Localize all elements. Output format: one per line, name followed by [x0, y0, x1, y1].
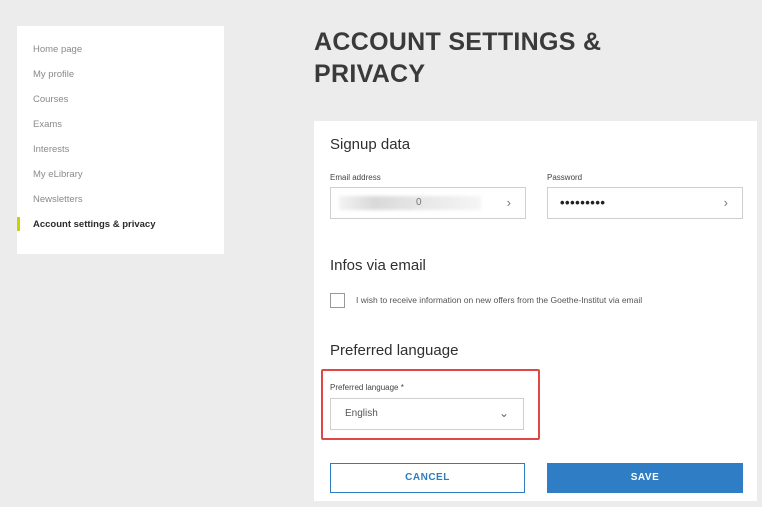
sidebar-item-exams[interactable]: Exams [17, 115, 224, 140]
sidebar-item-courses[interactable]: Courses [17, 90, 224, 115]
language-label: Preferred language * [330, 383, 404, 392]
password-field[interactable]: ••••••••• › [547, 187, 743, 219]
chevron-right-icon: › [723, 195, 728, 210]
save-button[interactable]: SAVE [547, 463, 743, 493]
infos-section-title: Infos via email [330, 257, 426, 274]
sidebar-menu: Home page My profile Courses Exams Inter… [17, 26, 224, 240]
page-title: ACCOUNT SETTINGS & PRIVACY [314, 28, 602, 88]
email-redacted-area [339, 196, 481, 210]
settings-card: Signup data Email address 0 › Password •… [314, 121, 757, 501]
password-value: ••••••••• [560, 195, 606, 210]
sidebar-item-profile[interactable]: My profile [17, 65, 224, 90]
cancel-button[interactable]: CANCEL [330, 463, 525, 493]
chevron-down-icon: ⌄ [498, 406, 509, 420]
sidebar-nav: Home page My profile Courses Exams Inter… [17, 26, 224, 254]
sidebar-item-home[interactable]: Home page [17, 40, 224, 65]
language-select[interactable]: English ⌄ [330, 398, 524, 430]
sidebar-item-interests[interactable]: Interests [17, 140, 224, 165]
signup-section-title: Signup data [330, 136, 411, 153]
email-value: 0 [416, 197, 422, 208]
sidebar-item-account-settings[interactable]: Account settings & privacy [17, 215, 224, 240]
newsletter-checkbox-label[interactable]: I wish to receive information on new off… [356, 295, 642, 305]
password-label: Password [547, 173, 583, 182]
language-section-title: Preferred language [330, 342, 459, 359]
email-field[interactable]: 0 › [330, 187, 526, 219]
newsletter-checkbox[interactable] [330, 293, 345, 308]
chevron-right-icon: › [506, 195, 511, 210]
sidebar-item-elibrary[interactable]: My eLibrary [17, 165, 224, 190]
sidebar-item-newsletters[interactable]: Newsletters [17, 190, 224, 215]
language-select-value: English [345, 408, 378, 419]
email-label: Email address [330, 173, 381, 182]
